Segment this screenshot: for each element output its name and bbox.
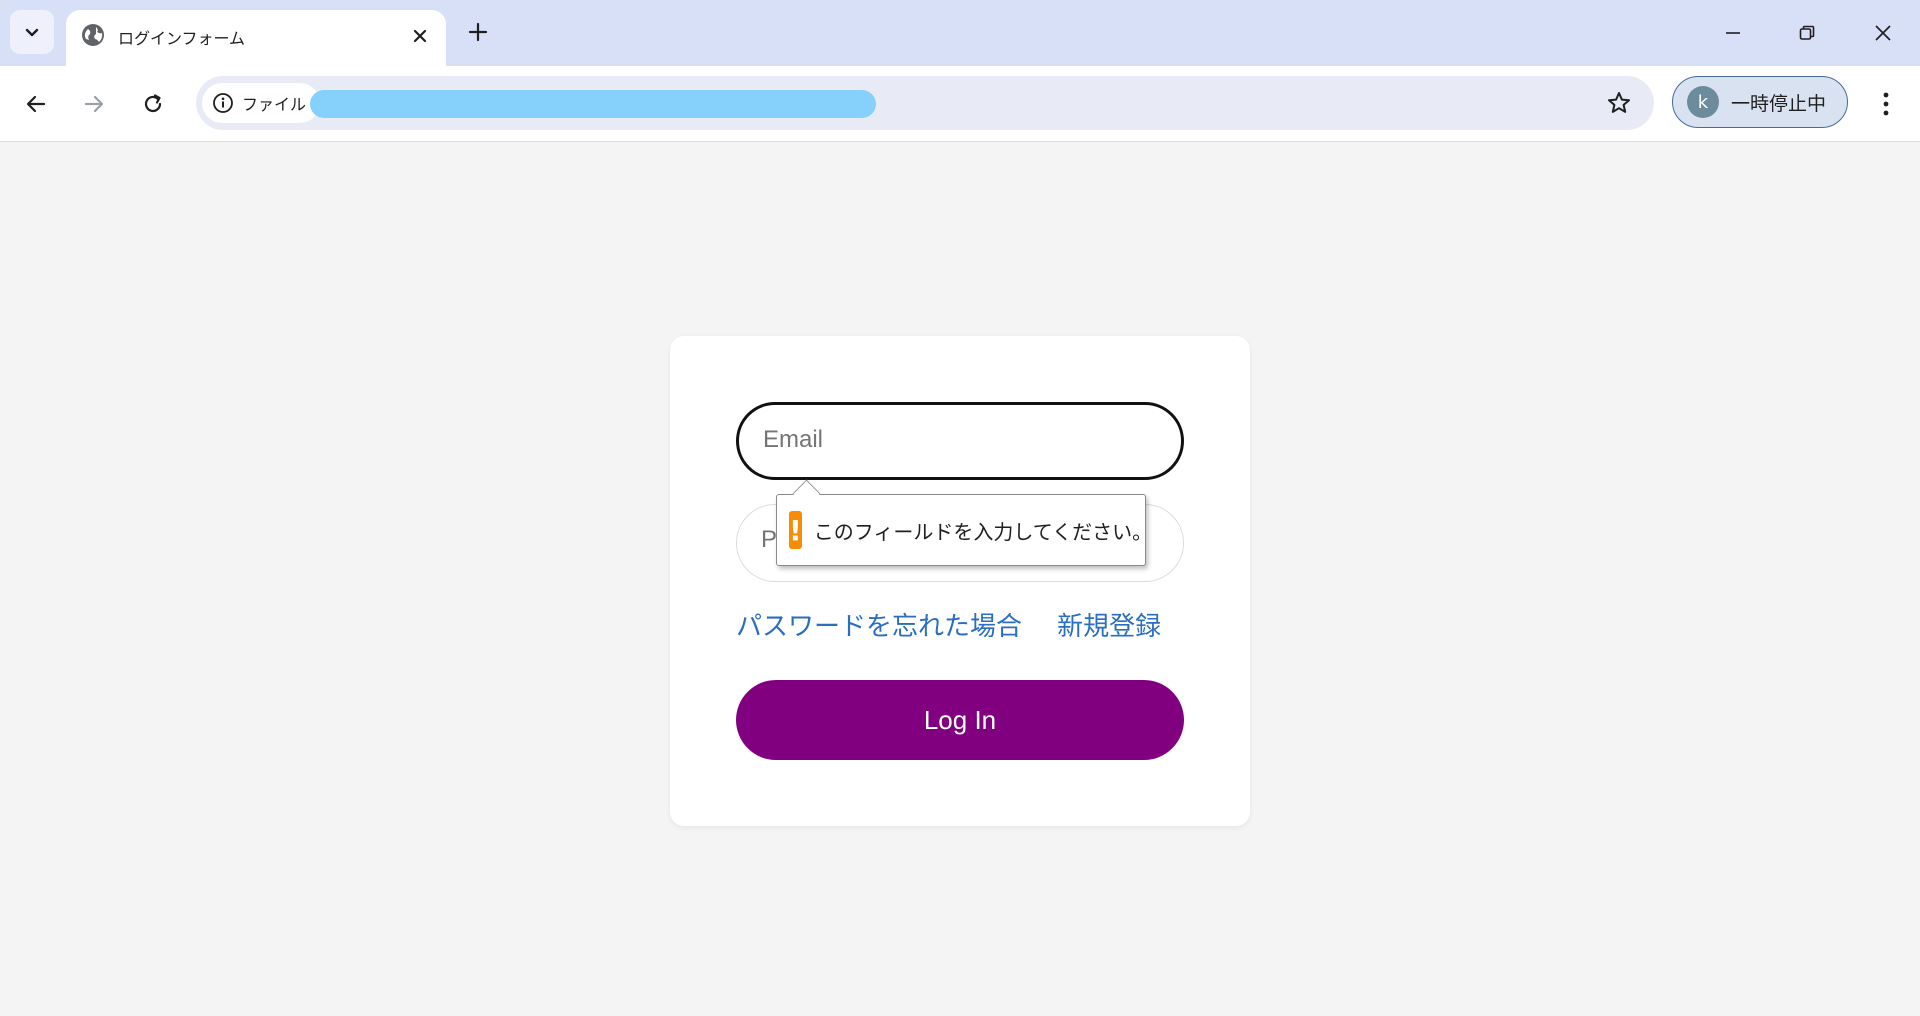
validation-tooltip: ! このフィールドを入力してください。 (776, 479, 1152, 566)
close-icon (1875, 25, 1891, 41)
register-link[interactable]: 新規登録 (1057, 612, 1161, 642)
site-chip-label: ファイル (242, 95, 307, 114)
email-field[interactable]: Email (736, 402, 1184, 480)
login-button[interactable]: Log In (736, 680, 1184, 760)
back-button[interactable] (14, 82, 58, 126)
chevron-down-icon (25, 28, 39, 37)
site-info-chip[interactable]: ファイル (202, 83, 321, 123)
restore-button[interactable] (1784, 10, 1830, 56)
forgot-password-link[interactable]: パスワードを忘れた場合 (736, 612, 1022, 642)
browser-toolbar: ファイル k 一時停止中 (0, 66, 1920, 142)
tab-search-button[interactable] (10, 10, 54, 54)
active-tab[interactable]: ログインフォーム (66, 10, 446, 66)
url-redacted (310, 90, 876, 118)
forward-button[interactable] (72, 82, 116, 126)
reload-button[interactable] (131, 82, 175, 126)
login-card: Email P パスワードを忘れた場合 新規登録 Log In (670, 336, 1250, 826)
tab-close-button[interactable] (406, 22, 434, 50)
tab-title: ログインフォーム (118, 29, 246, 48)
minimize-icon (1726, 32, 1740, 34)
restore-icon (1799, 25, 1815, 40)
new-tab-button[interactable] (460, 14, 496, 50)
minimize-button[interactable] (1710, 10, 1756, 56)
globe-icon (82, 24, 104, 46)
profile-status-label: 一時停止中 (1731, 92, 1827, 115)
close-icon (413, 29, 427, 43)
warning-icon: ! (789, 511, 802, 549)
info-icon (213, 93, 233, 113)
arrow-right-icon (84, 95, 104, 113)
more-vertical-icon (1883, 92, 1889, 116)
arrow-left-icon (26, 95, 46, 113)
star-icon (1608, 92, 1630, 113)
bookmark-button[interactable] (1600, 84, 1638, 122)
tab-strip: ログインフォーム (0, 0, 1920, 66)
avatar: k (1687, 86, 1719, 118)
plus-icon (468, 22, 488, 42)
password-placeholder: P (761, 526, 778, 553)
browser-menu-button[interactable] (1866, 82, 1906, 126)
auth-links: パスワードを忘れた場合 新規登録 (736, 606, 1191, 643)
email-placeholder: Email (763, 426, 824, 453)
reload-icon (144, 94, 162, 113)
profile-button[interactable]: k 一時停止中 (1672, 76, 1848, 128)
window-close-button[interactable] (1860, 10, 1906, 56)
validation-message: このフィールドを入力してください。 (813, 519, 1153, 544)
address-bar[interactable]: ファイル (196, 76, 1654, 130)
